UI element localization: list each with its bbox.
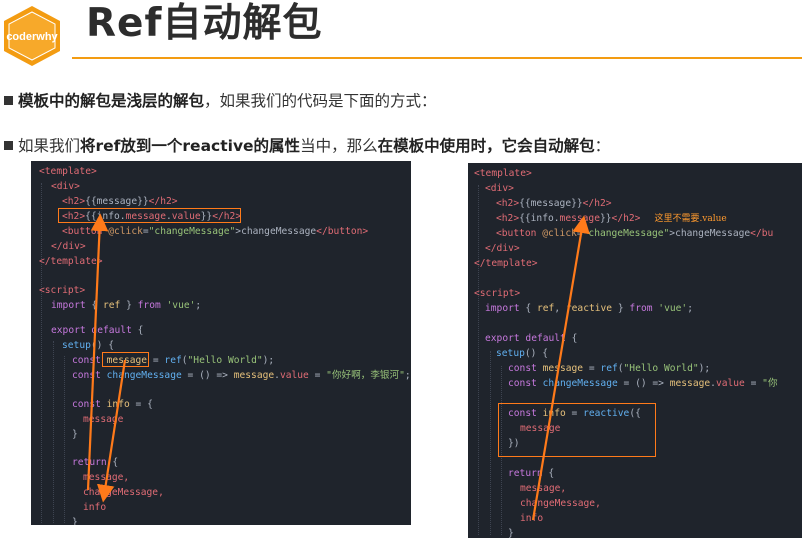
arrow-info-to-template: [86, 213, 109, 491]
annotation-arrows: [86, 213, 590, 521]
arrow-message-to-info: [96, 359, 127, 503]
arrow-right-info-to-template: [531, 215, 590, 521]
